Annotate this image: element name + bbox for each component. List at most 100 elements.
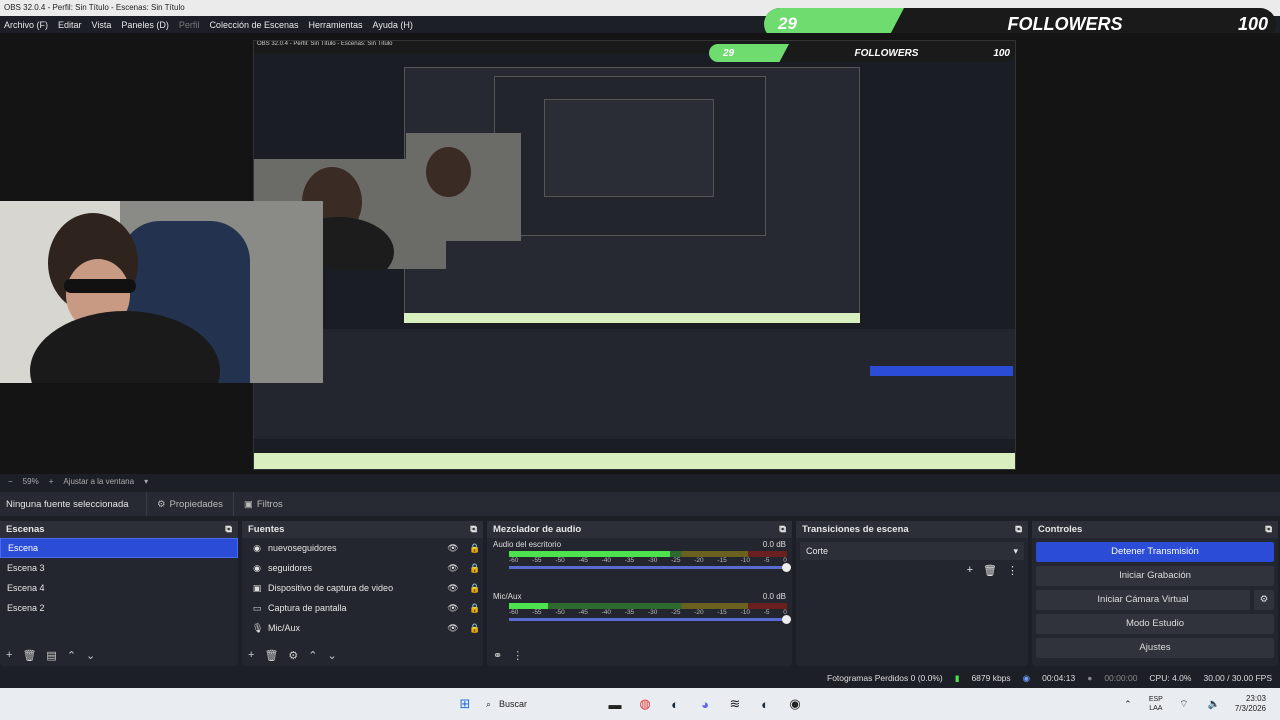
window-title: OBS 32.0.4 - Perfil: Sin Título - Escena…	[4, 3, 185, 12]
obs-icon[interactable]: ◉	[784, 693, 806, 715]
eye-icon[interactable]: 👁	[445, 583, 461, 594]
eye-icon[interactable]: 👁	[445, 623, 461, 634]
eye-icon[interactable]: 👁	[445, 563, 461, 574]
preview-area[interactable]: OBS 32.0.4 - Perfil: Sin Título - Escena…	[0, 33, 1280, 474]
chevron-down-icon[interactable]: ▾	[144, 477, 148, 486]
trash-icon[interactable]: 🗑	[983, 564, 997, 577]
more-icon[interactable]: ⋮	[1007, 564, 1018, 577]
file-explorer-icon[interactable]: ▬	[604, 693, 626, 715]
scale-tick: -30	[647, 557, 658, 564]
add-icon[interactable]: +	[967, 564, 973, 577]
menu-archivo[interactable]: Archivo (F)	[4, 20, 48, 30]
eye-icon[interactable]: 👁	[445, 603, 461, 614]
windows-start-icon[interactable]: ⊞	[454, 693, 476, 715]
stop-stream-button[interactable]: Detener Transmisión	[1036, 542, 1274, 562]
zoom-bar: − 59% + Ajustar a la ventana ▾	[0, 474, 1280, 488]
transition-select[interactable]: Corte ▾	[800, 542, 1024, 560]
scale-tick: -5	[763, 609, 770, 616]
scale-tick: -40	[601, 557, 612, 564]
arrow-down-icon[interactable]: ⌄	[86, 649, 95, 662]
steam-icon[interactable]: ◐	[754, 693, 776, 715]
add-icon[interactable]: +	[6, 649, 12, 662]
gear-icon[interactable]: ⚙	[1254, 590, 1274, 610]
dock-float-icon[interactable]: ⧉	[779, 521, 786, 538]
discord-icon[interactable]: ◕	[694, 693, 716, 715]
dock-float-icon[interactable]: ⧉	[1265, 521, 1272, 538]
zoom-out-icon[interactable]: −	[8, 477, 13, 486]
wifi-icon[interactable]: ⌔	[1173, 693, 1195, 715]
add-icon[interactable]: +	[248, 649, 254, 662]
lock-icon[interactable]: 🔒	[467, 623, 483, 634]
source-item[interactable]: 🎙 Mic/Aux 👁 🔒	[242, 618, 483, 638]
menu-vista[interactable]: Vista	[92, 20, 112, 30]
gear-icon: ⚙	[157, 498, 166, 510]
trash-icon[interactable]: 🗑	[22, 649, 36, 662]
slider-knob[interactable]	[782, 563, 791, 572]
dock-float-icon[interactable]: ⧉	[470, 521, 477, 538]
lock-icon[interactable]: 🔒	[467, 603, 483, 614]
source-item[interactable]: ▭ Captura de pantalla 👁 🔒	[242, 598, 483, 618]
stream-time: 00:04:13	[1042, 673, 1076, 683]
source-item[interactable]: ◉ seguidores 👁 🔒	[242, 558, 483, 578]
volume-slider[interactable]	[509, 615, 791, 624]
lock-icon[interactable]: 🔒	[467, 543, 483, 554]
filters-button[interactable]: ▣ Filtros	[232, 492, 293, 516]
scene-item[interactable]: Escena 4	[0, 578, 238, 598]
zoom-in-icon[interactable]: +	[49, 477, 54, 486]
start-recording-button[interactable]: Iniciar Grabación	[1036, 566, 1274, 586]
lock-icon[interactable]: 🔒	[467, 583, 483, 594]
eye-icon[interactable]: 👁	[445, 543, 461, 554]
followers-current: 29	[778, 14, 797, 33]
taskbar-search[interactable]: ⌕ Buscar	[480, 699, 600, 710]
preview-canvas[interactable]: OBS 32.0.4 - Perfil: Sin Título - Escena…	[253, 40, 1016, 470]
volume-meter	[509, 603, 787, 609]
scale-tick: -20	[694, 609, 704, 616]
stream-icon: ◉	[1022, 672, 1031, 683]
scale-tick: -10	[740, 609, 750, 616]
menu-perfil[interactable]: Perfil	[179, 20, 200, 30]
volume-slider[interactable]	[509, 563, 791, 572]
arrow-up-icon[interactable]: ⌃	[67, 649, 76, 662]
volume-icon[interactable]: 🔈	[1203, 693, 1225, 715]
mic-icon: 🎙	[252, 622, 264, 633]
menu-coleccion[interactable]: Colección de Escenas	[209, 20, 298, 30]
arrow-down-icon[interactable]: ⌄	[328, 649, 337, 662]
dock-float-icon[interactable]: ⧉	[225, 521, 232, 538]
steam-icon[interactable]: ◐	[664, 693, 686, 715]
followers-goal: 100	[1237, 13, 1268, 34]
clock[interactable]: 23:03 7/3/2026	[1235, 694, 1266, 714]
menu-editar[interactable]: Editar	[58, 20, 82, 30]
scene-item[interactable]: Escena 3	[0, 558, 238, 578]
webcam-feed	[0, 201, 323, 383]
source-item[interactable]: ▣ Dispositivo de captura de video 👁 🔒	[242, 578, 483, 598]
dock-float-icon[interactable]: ⧉	[1015, 521, 1022, 538]
arrow-up-icon[interactable]: ⌃	[308, 649, 317, 662]
gear-icon[interactable]: ⚙	[288, 649, 298, 662]
fps: 30.00 / 30.00 FPS	[1203, 673, 1272, 683]
slider-knob[interactable]	[782, 615, 791, 624]
scale-tick: -25	[671, 557, 681, 564]
chrome-icon[interactable]: ◍	[634, 693, 656, 715]
app-icon[interactable]: ≋	[724, 693, 746, 715]
scene-item[interactable]: Escena 2	[0, 598, 238, 618]
signal-icon: ▮	[954, 672, 960, 683]
link-icon[interactable]: ⚭	[493, 649, 502, 662]
filter-icon[interactable]: ▤	[46, 649, 56, 662]
zoom-fit[interactable]: Ajustar a la ventana	[63, 477, 134, 486]
menu-ayuda[interactable]: Ayuda (H)	[373, 20, 413, 30]
trash-icon[interactable]: 🗑	[264, 649, 278, 662]
mixer-channel: Mic/Aux 0.0 dB -60 -55 -50 -45 -40 -35 -30 -25 -2…	[487, 590, 792, 642]
start-virtual-camera-button[interactable]: Iniciar Cámara Virtual	[1036, 590, 1250, 610]
more-icon[interactable]: ⋮	[512, 649, 523, 662]
chevron-up-icon[interactable]: ⌃	[1117, 693, 1139, 715]
language-indicator[interactable]: ESP LAA	[1149, 695, 1163, 713]
studio-mode-button[interactable]: Modo Estudio	[1036, 614, 1274, 634]
source-item[interactable]: ◉ nuevoseguidores 👁 🔒	[242, 538, 483, 558]
scene-item[interactable]: Escena	[0, 538, 238, 558]
properties-button[interactable]: ⚙ Propiedades	[146, 492, 233, 516]
status-bar: Fotogramas Perdidos 0 (0.0%) ▮ 6879 kbps…	[0, 668, 1280, 688]
settings-button[interactable]: Ajustes	[1036, 638, 1274, 658]
menu-paneles[interactable]: Paneles (D)	[121, 20, 169, 30]
menu-herramientas[interactable]: Herramientas	[309, 20, 363, 30]
lock-icon[interactable]: 🔒	[467, 563, 483, 574]
